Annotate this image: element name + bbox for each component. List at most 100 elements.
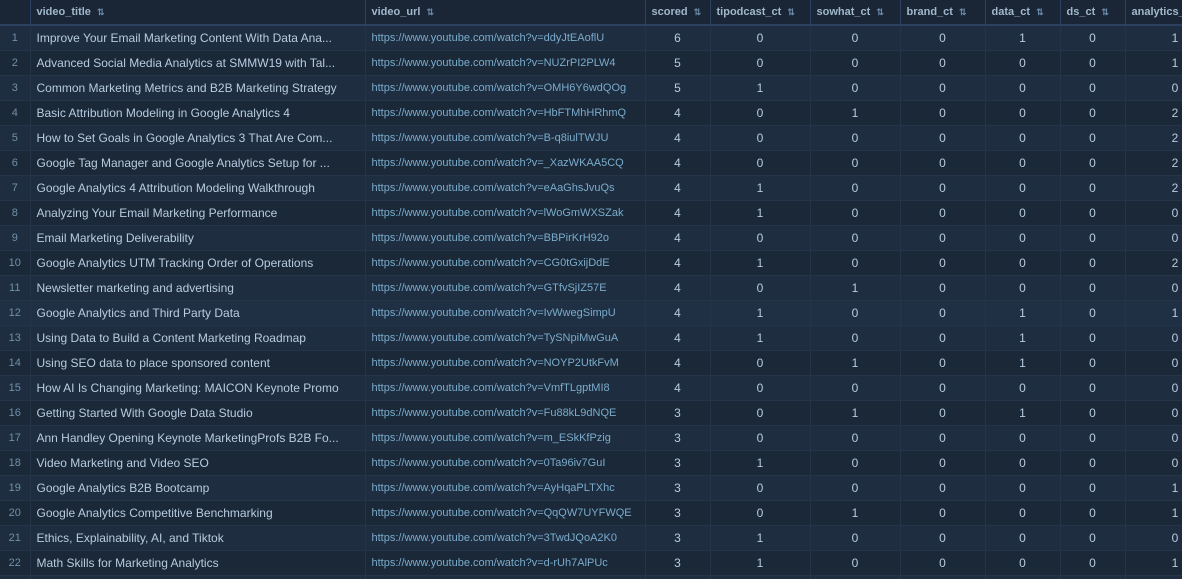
col-header-tipodcast[interactable]: tipodcast_ct ⇅	[710, 0, 810, 25]
cell-url[interactable]: https://www.youtube.com/watch?v=VmfTLgpt…	[365, 376, 645, 401]
col-header-ds[interactable]: ds_ct ⇅	[1060, 0, 1125, 25]
cell-sowhat_ct: 0	[810, 551, 900, 576]
table-row: 5How to Set Goals in Google Analytics 3 …	[0, 126, 1182, 151]
cell-sowhat_ct: 0	[810, 301, 900, 326]
cell-ds_ct: 0	[1060, 376, 1125, 401]
row-index: 15	[0, 376, 30, 401]
col-header-brand[interactable]: brand_ct ⇅	[900, 0, 985, 25]
cell-url[interactable]: https://www.youtube.com/watch?v=Fu88kL9d…	[365, 401, 645, 426]
cell-scored: 3	[645, 551, 710, 576]
row-index: 4	[0, 101, 30, 126]
col-header-sowhat[interactable]: sowhat_ct ⇅	[810, 0, 900, 25]
row-index: 20	[0, 501, 30, 526]
cell-sowhat_ct: 0	[810, 476, 900, 501]
cell-scored: 3	[645, 426, 710, 451]
cell-url[interactable]: https://www.youtube.com/watch?v=ddyJtEAo…	[365, 25, 645, 51]
cell-url[interactable]: https://www.youtube.com/watch?v=HbFTMhHR…	[365, 101, 645, 126]
table-row: 15How AI Is Changing Marketing: MAICON K…	[0, 376, 1182, 401]
cell-url[interactable]: https://www.youtube.com/watch?v=NUZrPI2P…	[365, 51, 645, 76]
cell-title: Network Graphs and Influencer Marketing	[30, 576, 365, 579]
cell-brand_ct: 0	[900, 326, 985, 351]
cell-analytics_ct: 2	[1125, 126, 1182, 151]
cell-url[interactable]: https://www.youtube.com/watch?v=OMH6Y6wd…	[365, 76, 645, 101]
cell-url[interactable]: https://www.youtube.com/watch?v=B-q8iulT…	[365, 126, 645, 151]
cell-brand_ct: 0	[900, 476, 985, 501]
cell-url[interactable]: https://www.youtube.com/watch?v=eAaGhsJv…	[365, 176, 645, 201]
cell-analytics_ct: 1	[1125, 51, 1182, 76]
table-row: 13Using Data to Build a Content Marketin…	[0, 326, 1182, 351]
cell-ds_ct: 0	[1060, 426, 1125, 451]
cell-sowhat_ct: 0	[810, 126, 900, 151]
cell-url[interactable]: https://www.youtube.com/watch?v=IvWwegSi…	[365, 301, 645, 326]
cell-analytics_ct: 1	[1125, 551, 1182, 576]
cell-url[interactable]: https://www.youtube.com/watch?v=NOYP2Utk…	[365, 351, 645, 376]
cell-scored: 4	[645, 176, 710, 201]
cell-brand_ct: 0	[900, 426, 985, 451]
cell-url[interactable]: https://www.youtube.com/watch?v=3TwdJQoA…	[365, 526, 645, 551]
col-header-scored[interactable]: scored ⇅	[645, 0, 710, 25]
col-header-video-title[interactable]: video_title ⇅	[30, 0, 365, 25]
cell-sowhat_ct: 1	[810, 401, 900, 426]
cell-url[interactable]: https://www.youtube.com/watch?v=0Ta96iv7…	[365, 451, 645, 476]
cell-data_ct: 0	[985, 201, 1060, 226]
cell-analytics_ct: 0	[1125, 76, 1182, 101]
row-index: 3	[0, 76, 30, 101]
table-row: 16Getting Started With Google Data Studi…	[0, 401, 1182, 426]
table-row: 7Google Analytics 4 Attribution Modeling…	[0, 176, 1182, 201]
row-index: 11	[0, 276, 30, 301]
cell-scored: 5	[645, 76, 710, 101]
cell-title: Video Marketing and Video SEO	[30, 451, 365, 476]
col-header-video-url[interactable]: video_url ⇅	[365, 0, 645, 25]
cell-url[interactable]: https://www.youtube.com/watch?v=lWoGmWXS…	[365, 201, 645, 226]
col-header-data[interactable]: data_ct ⇅	[985, 0, 1060, 25]
cell-scored: 4	[645, 326, 710, 351]
cell-data_ct: 0	[985, 251, 1060, 276]
cell-ds_ct: 0	[1060, 201, 1125, 226]
cell-url[interactable]: https://www.youtube.com/watch?v=d-rUh7Al…	[365, 551, 645, 576]
table-row: 1Improve Your Email Marketing Content Wi…	[0, 25, 1182, 51]
cell-tipodcast_ct: 0	[710, 401, 810, 426]
row-index: 14	[0, 351, 30, 376]
cell-url[interactable]: https://www.youtube.com/watch?v=m_ESkKfP…	[365, 426, 645, 451]
row-index: 12	[0, 301, 30, 326]
cell-ds_ct: 0	[1060, 501, 1125, 526]
cell-scored: 4	[645, 276, 710, 301]
cell-scored: 4	[645, 301, 710, 326]
cell-url[interactable]: https://www.youtube.com/watch?v=GTfvSjIZ…	[365, 276, 645, 301]
cell-data_ct: 0	[985, 551, 1060, 576]
cell-analytics_ct: 0	[1125, 351, 1182, 376]
cell-ds_ct: 0	[1060, 25, 1125, 51]
cell-brand_ct: 0	[900, 276, 985, 301]
cell-data_ct: 0	[985, 476, 1060, 501]
col-header-analytics[interactable]: analytics_ct ⇅	[1125, 0, 1182, 25]
cell-sowhat_ct: 0	[810, 226, 900, 251]
table-row: 3Common Marketing Metrics and B2B Market…	[0, 76, 1182, 101]
cell-brand_ct: 0	[900, 301, 985, 326]
table-row: 10Google Analytics UTM Tracking Order of…	[0, 251, 1182, 276]
cell-sowhat_ct: 0	[810, 326, 900, 351]
cell-ds_ct: 0	[1060, 576, 1125, 579]
cell-scored: 4	[645, 251, 710, 276]
cell-url[interactable]: https://www.youtube.com/watch?v=CG0tGxij…	[365, 251, 645, 276]
cell-data_ct: 0	[985, 126, 1060, 151]
cell-url[interactable]: https://www.youtube.com/watch?v=BBPirKrH…	[365, 226, 645, 251]
table-row: 2Advanced Social Media Analytics at SMMW…	[0, 51, 1182, 76]
cell-data_ct: 1	[985, 326, 1060, 351]
cell-sowhat_ct: 0	[810, 176, 900, 201]
cell-analytics_ct: 1	[1125, 476, 1182, 501]
cell-url[interactable]: https://www.youtube.com/watch?v=_XazWKAA…	[365, 151, 645, 176]
table-row: 22Math Skills for Marketing Analyticshtt…	[0, 551, 1182, 576]
cell-analytics_ct: 2	[1125, 176, 1182, 201]
cell-url[interactable]: https://www.youtube.com/watch?v=ZTfQCGUD…	[365, 576, 645, 579]
cell-analytics_ct: 2	[1125, 151, 1182, 176]
cell-analytics_ct: 0	[1125, 201, 1182, 226]
cell-url[interactable]: https://www.youtube.com/watch?v=QqQW7UYF…	[365, 501, 645, 526]
cell-url[interactable]: https://www.youtube.com/watch?v=TySNpiMw…	[365, 326, 645, 351]
cell-scored: 3	[645, 451, 710, 476]
cell-sowhat_ct: 1	[810, 101, 900, 126]
cell-brand_ct: 0	[900, 551, 985, 576]
cell-ds_ct: 0	[1060, 226, 1125, 251]
cell-ds_ct: 0	[1060, 351, 1125, 376]
cell-url[interactable]: https://www.youtube.com/watch?v=AyHqaPLT…	[365, 476, 645, 501]
cell-brand_ct: 0	[900, 526, 985, 551]
